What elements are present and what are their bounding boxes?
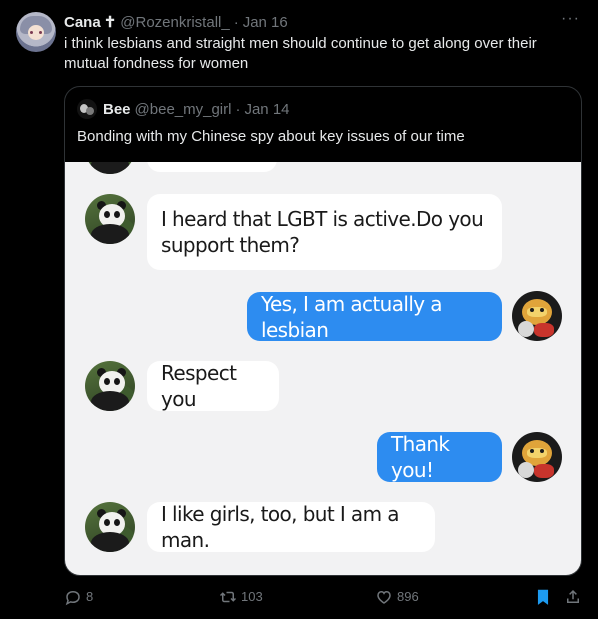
chat-bubble-incoming: I like girls, too, but I am a man. (147, 502, 435, 552)
bookmark-icon (537, 589, 549, 605)
panda-avatar (85, 162, 135, 174)
quoted-tweet-text: Bonding with my Chinese spy about key is… (77, 128, 465, 145)
cross-icon: ✝ (103, 14, 117, 31)
separator-dot: · (233, 13, 239, 31)
tweet-actions: 8 103 896 (64, 585, 584, 609)
panda-avatar (85, 194, 135, 244)
repost-icon (219, 591, 237, 603)
chat-bubble-outgoing: Thank you! (377, 432, 502, 482)
chat-screenshot-image[interactable]: I heard that LGBT is active.Do you suppo… (65, 162, 581, 575)
separator-dot: · (235, 100, 241, 118)
chat-bubble-outgoing: Yes, I am actually a lesbian (247, 291, 502, 342)
tweet-header: Cana ✝ @Rozenkristall_ · Jan 16 (64, 12, 288, 32)
chat-bubble-partial (147, 162, 277, 172)
chat-bubble-incoming: I heard that LGBT is active.Do you suppo… (147, 194, 502, 270)
share-icon (567, 589, 579, 603)
quoted-author-avatar (77, 99, 97, 119)
repost-button[interactable]: 103 (219, 585, 263, 609)
bookmark-button[interactable] (534, 585, 556, 609)
quoted-author-name: Bee (103, 100, 131, 118)
quoted-tweet-date: Jan 14 (244, 100, 290, 118)
author-handle[interactable]: @Rozenkristall_ (120, 14, 229, 31)
cat-avatar (512, 291, 562, 341)
like-count: 896 (397, 589, 419, 604)
cat-avatar (512, 432, 562, 482)
tweet-text: i think lesbians and straight men should… (64, 35, 537, 72)
chat-message-text: Thank you! (391, 432, 450, 482)
like-button[interactable]: 896 (375, 585, 419, 609)
share-button[interactable] (564, 585, 586, 609)
chat-message-text: I like girls, too, but I am a man. (161, 502, 399, 552)
author-name[interactable]: Cana (64, 14, 101, 31)
reply-icon (65, 590, 80, 606)
chat-message-text: Respect you (161, 361, 237, 411)
reply-button[interactable]: 8 (64, 585, 93, 609)
author-avatar[interactable] (16, 12, 56, 52)
chat-message-text: I heard that LGBT is active.Do you suppo… (161, 207, 484, 257)
quoted-author-handle: @bee_my_girl (134, 100, 232, 118)
repost-count: 103 (241, 589, 263, 604)
panda-avatar (85, 502, 135, 552)
panda-avatar (85, 361, 135, 411)
reply-count: 8 (86, 589, 94, 604)
quoted-tweet[interactable]: Bee @bee_my_girl · Jan 14 Bonding with m… (64, 86, 582, 576)
more-options-button[interactable]: ··· (561, 10, 580, 28)
chat-message-text: Yes, I am actually a lesbian (261, 291, 443, 342)
quoted-tweet-header: Bee @bee_my_girl · Jan 14 (77, 99, 290, 119)
like-icon (377, 590, 391, 604)
tweet-date[interactable]: Jan 16 (243, 14, 288, 31)
chat-bubble-incoming: Respect you (147, 361, 279, 411)
